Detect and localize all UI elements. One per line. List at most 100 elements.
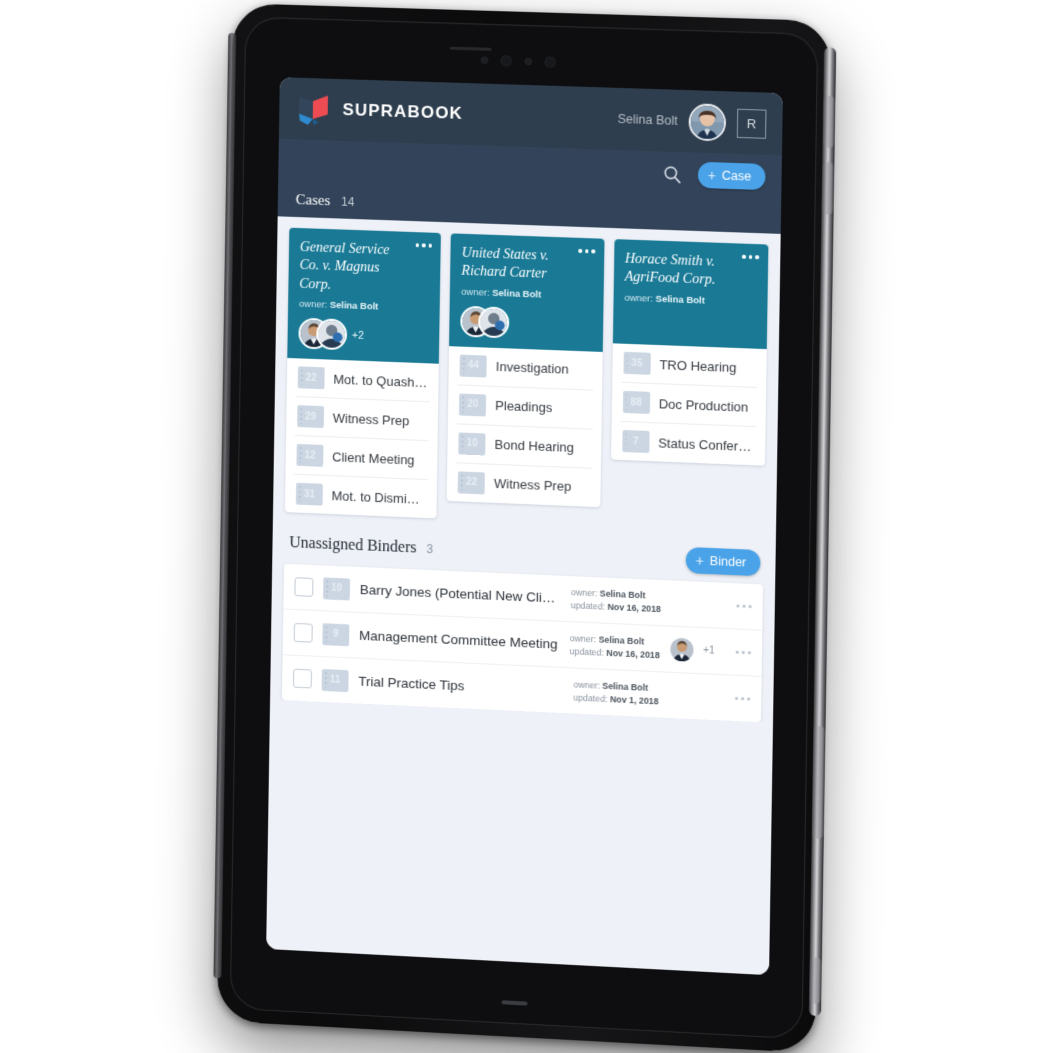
proximity-sensor-icon [544, 56, 556, 68]
more-options-icon[interactable] [725, 651, 751, 655]
user-name: Selina Bolt [617, 111, 678, 128]
binder-name: Doc Production [658, 395, 749, 415]
volume-down-button[interactable] [821, 161, 835, 215]
app-header: SUPRABOOK Selina Bolt R + Case Cases 14 [277, 77, 783, 234]
empty-content-area [266, 699, 774, 976]
case-card-header: United States v. Richard Carter owner: Se… [449, 233, 605, 352]
case-owner: owner: Selina Bolt [624, 292, 705, 307]
binder-row[interactable]: 88 Doc Production [620, 382, 758, 428]
unassigned-binders-list: 10 Barry Jones (Potential New Client) owne… [281, 564, 764, 723]
row-checkbox[interactable] [294, 577, 314, 598]
add-binder-button[interactable]: + Binder [685, 547, 761, 577]
binder-row[interactable]: 22 Mot. to Quash ... [295, 358, 431, 403]
binder-icon: 22 [297, 366, 325, 390]
binder-name: Witness Prep [493, 476, 572, 495]
binder-row[interactable]: 20 Pleadings [457, 385, 593, 430]
avatar-overflow-count: +2 [351, 329, 364, 342]
case-card-header: General Service Co. v. Magnus Corp. owner… [287, 227, 442, 365]
binder-name: TRO Hearing [659, 356, 737, 375]
cases-title: Cases [295, 191, 331, 209]
case-card[interactable]: Horace Smith v. AgriFood Corp. owner: Sel… [610, 239, 769, 466]
binder-meta: owner: Selina Bolt updated: Nov 16, 2018 [569, 632, 660, 661]
row-checkbox[interactable] [292, 669, 313, 689]
avatar[interactable] [669, 638, 694, 663]
binder-meta: owner: Selina Bolt updated: Nov 1, 2018 [573, 679, 659, 707]
suprabook-butterfly-logo [298, 95, 328, 126]
more-options-icon[interactable] [578, 248, 595, 253]
binder-icon: 22 [458, 471, 486, 495]
front-camera-array [480, 55, 556, 68]
binder-name: Status Confere... [658, 434, 755, 454]
brand[interactable]: SUPRABOOK [297, 92, 463, 131]
binder-name: Mot. to Dismiss... [331, 488, 427, 507]
case-members[interactable]: +2 [298, 317, 429, 354]
binder-name: Witness Prep [332, 410, 410, 429]
tablet-bezel: SUPRABOOK Selina Bolt R + Case Cases 14 … [229, 16, 819, 1040]
binder-name: Pleadings [495, 398, 553, 416]
binder-icon: 10 [323, 577, 351, 601]
case-owner: owner: Selina Bolt [461, 286, 542, 301]
binder-row[interactable]: 12 Client Meeting [294, 436, 429, 481]
binder-row[interactable]: 10 Bond Hearing [456, 424, 593, 469]
case-title: Horace Smith v. AgriFood Corp. [624, 251, 716, 289]
sensor-dot-icon [480, 56, 488, 64]
case-cards-strip: General Service Co. v. Magnus Corp. owner… [272, 216, 781, 542]
binder-icon: 10 [458, 432, 486, 456]
row-checkbox[interactable] [293, 623, 313, 644]
avatar[interactable] [688, 102, 727, 142]
add-binder-label: Binder [709, 554, 747, 571]
binder-icon: 9 [322, 623, 350, 647]
binder-row[interactable]: 35 TRO Hearing [620, 343, 758, 388]
search-icon[interactable] [659, 160, 686, 187]
binder-row[interactable]: 29 Witness Prep [294, 397, 430, 442]
case-title: General Service Co. v. Magnus Corp. [299, 240, 390, 293]
case-title: United States v. Richard Carter [461, 245, 549, 283]
binder-name: Client Meeting [332, 449, 415, 468]
avatar[interactable] [478, 306, 510, 339]
unassigned-binders-section: Unassigned Binders 3 + Binder 10 Barry Jo… [270, 520, 776, 723]
add-case-button[interactable]: + Case [697, 161, 766, 191]
case-binder-list: 35 TRO Hearing 88 Doc Production 7 Status Con… [611, 343, 767, 465]
add-case-label: Case [721, 168, 752, 184]
binder-icon: 12 [296, 444, 324, 468]
brand-name: SUPRABOOK [342, 100, 464, 123]
tablet-screen: SUPRABOOK Selina Bolt R + Case Cases 14 … [266, 77, 783, 976]
case-members[interactable] [460, 305, 592, 342]
avatar-placeholder [671, 603, 715, 605]
front-camera-icon [500, 55, 512, 67]
power-button[interactable] [811, 725, 826, 839]
case-card-header: Horace Smith v. AgriFood Corp. owner: Sel… [612, 239, 769, 350]
binder-meta: owner: Selina Bolt updated: Nov 16, 2018 [570, 586, 662, 615]
volume-up-button[interactable] [822, 95, 836, 149]
case-binder-list: 22 Mot. to Quash ... 29 Witness Prep 12 Clien… [285, 358, 439, 518]
bottom-sensor [501, 1000, 528, 1006]
more-options-icon[interactable] [724, 697, 751, 701]
binder-row[interactable]: 7 Status Confere... [620, 422, 757, 466]
binder-icon: 31 [295, 483, 323, 507]
case-card[interactable]: General Service Co. v. Magnus Corp. owner… [284, 227, 442, 519]
plus-icon: + [695, 552, 704, 570]
unassigned-title: Unassigned Binders [289, 534, 417, 557]
binder-name: Investigation [495, 359, 569, 378]
more-options-icon[interactable] [742, 254, 760, 259]
binder-icon: 44 [459, 354, 488, 378]
more-options-icon[interactable] [415, 243, 433, 248]
binder-icon: 88 [622, 390, 650, 414]
binder-name: Management Committee Meeting [358, 628, 558, 653]
binder-name: Trial Practice Tips [358, 674, 465, 694]
binder-row[interactable]: 44 Investigation [457, 346, 594, 391]
unassigned-count: 3 [426, 542, 434, 557]
binder-icon: 7 [621, 429, 650, 454]
binder-row[interactable]: 31 Mot. to Dismiss... [294, 475, 429, 518]
case-binder-list: 44 Investigation 20 Pleadings 10 Bond Hearing… [447, 346, 602, 507]
binder-icon: 20 [459, 393, 487, 417]
binder-name: Bond Hearing [494, 437, 575, 456]
case-card[interactable]: United States v. Richard Carter owner: Se… [446, 233, 605, 508]
tablet-device: SUPRABOOK Selina Bolt R + Case Cases 14 … [213, 3, 837, 1053]
avatar-placeholder [670, 696, 714, 698]
role-badge[interactable]: R [736, 108, 767, 139]
more-options-icon[interactable] [725, 604, 752, 609]
sensor-dot-icon [524, 57, 532, 66]
binder-row[interactable]: 22 Witness Prep [456, 463, 592, 507]
